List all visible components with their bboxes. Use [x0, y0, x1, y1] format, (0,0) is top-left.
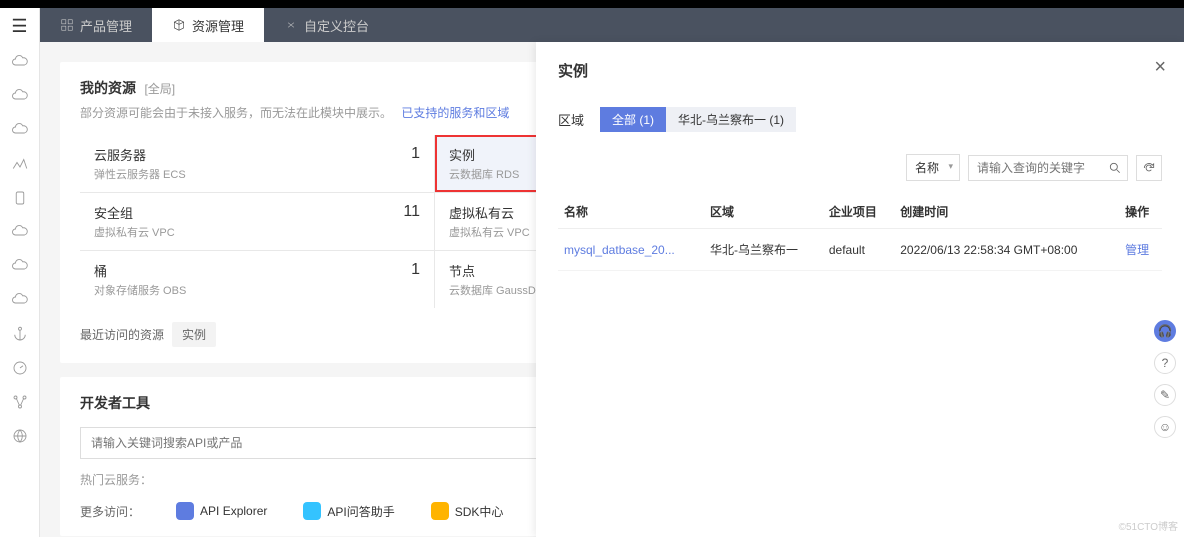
resource-count: 11	[403, 203, 420, 221]
instance-name-link[interactable]: mysql_datbase_20...	[558, 229, 704, 271]
region-tab-ulanqab[interactable]: 华北-乌兰察布一 (1)	[666, 107, 796, 132]
chart-icon[interactable]	[11, 155, 29, 173]
table-header: 名称	[558, 195, 704, 229]
link-icon	[431, 502, 449, 520]
tab-resource-management[interactable]: 资源管理	[152, 8, 264, 42]
region-label: 区域	[558, 110, 584, 129]
resource-title: 云服务器	[94, 145, 186, 164]
drawer-title: 实例	[558, 60, 1162, 81]
anchor-icon[interactable]	[11, 325, 29, 343]
region-tab-all[interactable]: 全部 (1)	[600, 107, 666, 132]
action-manage[interactable]: 管理	[1119, 229, 1162, 271]
recent-label: 最近访问的资源	[80, 326, 164, 343]
resource-count: 1	[411, 145, 420, 163]
tab-custom-console[interactable]: 自定义控台	[264, 8, 389, 42]
resource-subtitle: 对象存储服务 OBS	[94, 282, 186, 298]
resource-title: 实例	[449, 145, 519, 164]
header-tabs: 产品管理 资源管理 自定义控台	[40, 8, 1184, 42]
search-icon[interactable]	[1102, 155, 1128, 181]
link-label: API Explorer	[200, 504, 267, 518]
link-api-qa[interactable]: API问答助手	[303, 502, 394, 520]
filter-select[interactable]: 名称	[906, 154, 960, 181]
cloud-icon[interactable]	[11, 291, 29, 309]
instance-drawer: 实例 × 区域 全部 (1) 华北-乌兰察布一 (1) 名称 名称区域企业项目创…	[536, 42, 1184, 537]
menu-toggle-icon[interactable]: ☰	[11, 16, 27, 37]
help-icon[interactable]: ?	[1154, 352, 1176, 374]
window-titlebar	[0, 0, 1184, 8]
cell-region: 华北-乌兰察布一	[704, 229, 823, 271]
resource-subtitle: 虚拟私有云 VPC	[94, 224, 175, 240]
note-link[interactable]: 已支持的服务和区域	[401, 106, 509, 120]
table-header: 创建时间	[894, 195, 1119, 229]
table-header: 区域	[704, 195, 823, 229]
resource-subtitle: 云数据库 RDS	[449, 166, 519, 182]
resource-subtitle: 虚拟私有云 VPC	[449, 224, 530, 240]
filter-row: 名称	[558, 154, 1162, 181]
tab-label: 资源管理	[192, 16, 244, 35]
cell-project: default	[823, 229, 894, 271]
cloud-icon[interactable]	[11, 53, 29, 71]
nodes-icon[interactable]	[11, 393, 29, 411]
link-sdk[interactable]: SDK中心	[431, 502, 504, 520]
link-icon	[303, 502, 321, 520]
card-title: 开发者工具	[80, 393, 150, 413]
tab-label: 自定义控台	[304, 16, 369, 35]
float-tools: 🎧 ? ✎ ☺	[1154, 320, 1176, 438]
gauge-icon[interactable]	[11, 359, 29, 377]
resource-cell[interactable]: 安全组虚拟私有云 VPC 11	[80, 193, 434, 250]
card-title: 我的资源	[80, 78, 136, 98]
more-label: 更多访问：	[80, 503, 140, 520]
table-row: mysql_datbase_20...华北-乌兰察布一default2022/0…	[558, 229, 1162, 271]
tab-product-management[interactable]: 产品管理	[40, 8, 152, 42]
cloud-icon[interactable]	[11, 223, 29, 241]
resource-cell[interactable]: 桶对象存储服务 OBS 1	[80, 251, 434, 308]
note-text: 部分资源可能会由于未接入服务，而无法在此模块中展示。	[80, 106, 392, 120]
resource-title: 安全组	[94, 203, 175, 222]
support-icon[interactable]: 🎧	[1154, 320, 1176, 342]
device-icon[interactable]	[11, 189, 29, 207]
instance-table: 名称区域企业项目创建时间操作 mysql_datbase_20...华北-乌兰察…	[558, 195, 1162, 271]
feedback-icon[interactable]: ☺	[1154, 416, 1176, 438]
card-scope: [全局]	[144, 82, 175, 96]
globe-icon[interactable]	[11, 427, 29, 445]
cloud-icon[interactable]	[11, 87, 29, 105]
resource-title: 桶	[94, 261, 186, 280]
link-api-explorer[interactable]: API Explorer	[176, 502, 267, 520]
resource-cell[interactable]: 云服务器弹性云服务器 ECS 1	[80, 135, 434, 192]
link-label: API问答助手	[327, 503, 394, 520]
link-icon	[176, 502, 194, 520]
tab-label: 产品管理	[80, 16, 132, 35]
table-header: 操作	[1119, 195, 1162, 229]
edit-icon[interactable]: ✎	[1154, 384, 1176, 406]
watermark: ©51CTO博客	[1119, 518, 1178, 533]
cell-created: 2022/06/13 22:58:34 GMT+08:00	[894, 229, 1119, 271]
resource-count: 1	[411, 261, 420, 279]
left-sidebar: ☰	[0, 8, 40, 537]
cloud-icon[interactable]	[11, 121, 29, 139]
resource-title: 虚拟私有云	[449, 203, 530, 222]
refresh-icon[interactable]	[1136, 155, 1162, 181]
table-header: 企业项目	[823, 195, 894, 229]
recent-chip[interactable]: 实例	[172, 322, 216, 347]
region-filter: 区域 全部 (1) 华北-乌兰察布一 (1)	[558, 107, 1162, 132]
resource-subtitle: 弹性云服务器 ECS	[94, 166, 186, 182]
cloud-icon[interactable]	[11, 257, 29, 275]
close-icon[interactable]: ×	[1154, 56, 1166, 79]
link-label: SDK中心	[455, 503, 504, 520]
